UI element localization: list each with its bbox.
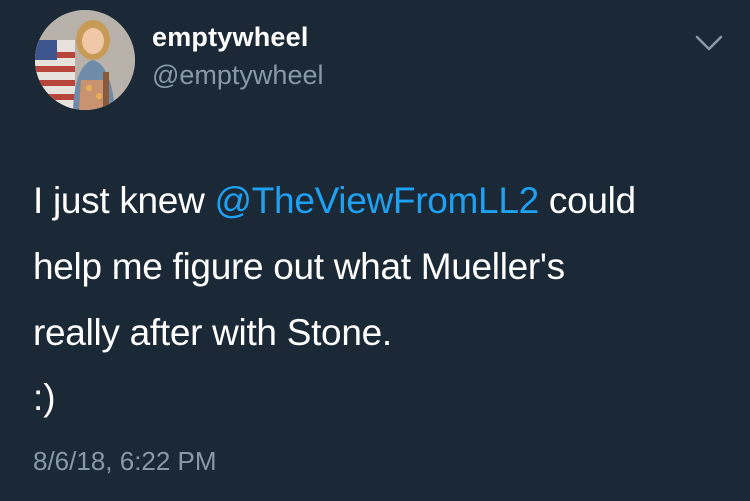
tweet-text-line-1: I just knew @TheViewFromLL2 could xyxy=(33,168,723,234)
user-handle[interactable]: @emptywheel xyxy=(152,60,323,91)
tweet-text-part: could xyxy=(538,180,636,221)
avatar[interactable] xyxy=(35,10,135,110)
mention-link[interactable]: @TheViewFromLL2 xyxy=(214,180,539,221)
tweet-text-line-3: really after with Stone. xyxy=(33,312,392,353)
tweet-text-line-2: help me figure out what Mueller's xyxy=(33,246,565,287)
display-name[interactable]: emptywheel xyxy=(152,22,309,53)
chevron-down-icon-glyph xyxy=(695,35,723,51)
tweet-card: emptywheel @emptywheel I just knew @TheV… xyxy=(0,0,750,501)
tweet-emoticon: :) xyxy=(33,377,56,418)
avatar-image xyxy=(35,10,135,110)
chevron-down-icon[interactable] xyxy=(692,30,726,56)
tweet-text: I just knew @TheViewFromLL2 could help m… xyxy=(33,168,723,366)
tweet-timestamp[interactable]: 8/6/18, 6:22 PM xyxy=(33,446,217,477)
tweet-text-part: I just knew xyxy=(33,180,215,221)
